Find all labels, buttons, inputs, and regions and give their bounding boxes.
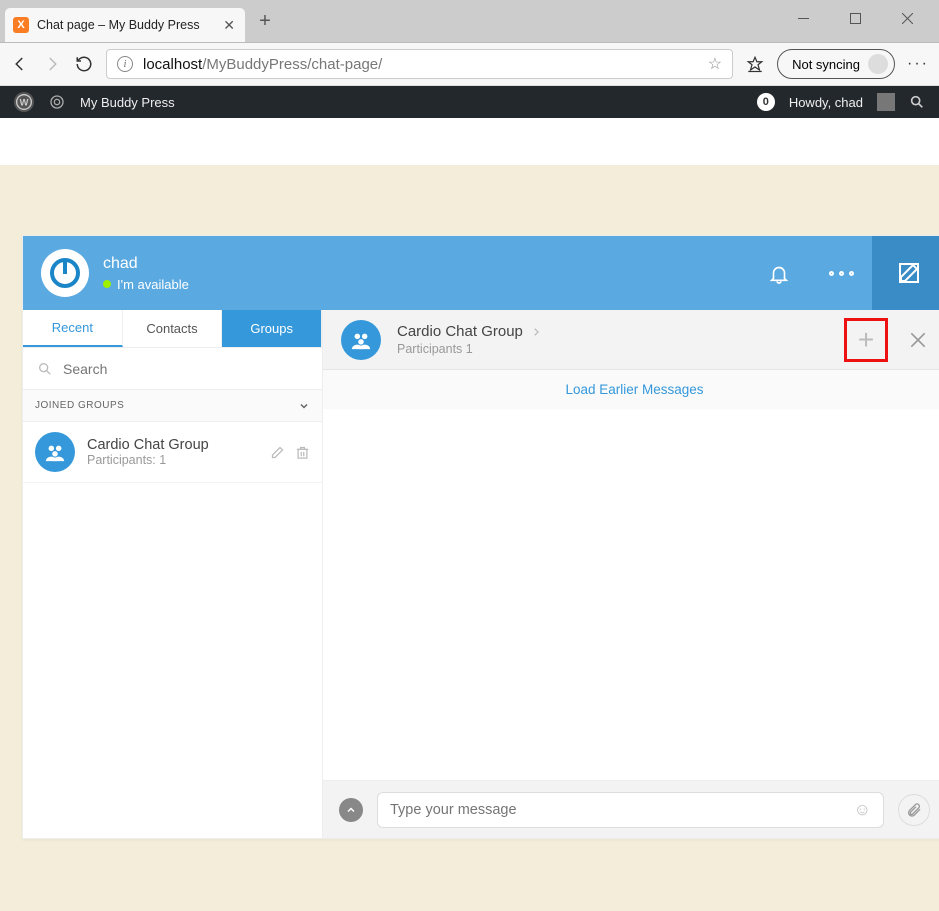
wp-admin-bar: W My Buddy Press 0 Howdy, chad (0, 86, 939, 118)
browser-tab-strip: X Chat page – My Buddy Press ✕ + (0, 0, 939, 43)
svg-text:W: W (20, 97, 29, 107)
conversation-panel: Cardio Chat Group Participants 1 + (323, 310, 939, 838)
conversation-participants: Participants 1 (397, 342, 541, 356)
wordpress-logo-icon[interactable]: W (14, 92, 34, 112)
new-tab-button[interactable]: + (251, 10, 279, 33)
conversation-header: Cardio Chat Group Participants 1 + (323, 310, 939, 370)
group-avatar-icon (35, 432, 75, 472)
site-info-icon[interactable]: i (117, 56, 133, 72)
tab-title: Chat page – My Buddy Press (37, 18, 215, 32)
refresh-button[interactable] (74, 54, 94, 74)
message-input-wrap: ☺ (377, 792, 884, 828)
sidebar-tabs: Recent Contacts Groups (23, 310, 322, 348)
profile-avatar-icon (868, 54, 888, 74)
url-input[interactable]: i localhost/MyBuddyPress/chat-page/ ☆ (106, 49, 733, 79)
load-earlier-link[interactable]: Load Earlier Messages (323, 370, 939, 409)
tab-groups[interactable]: Groups (222, 310, 322, 347)
compose-button[interactable] (872, 236, 939, 310)
browser-tab[interactable]: X Chat page – My Buddy Press ✕ (5, 8, 245, 42)
notifications-button[interactable] (748, 236, 810, 310)
notification-badge[interactable]: 0 (757, 93, 775, 111)
user-name: chad (103, 255, 189, 273)
search-row (23, 348, 322, 390)
group-participants: Participants: 1 (87, 453, 209, 467)
close-conversation-button[interactable] (908, 330, 928, 350)
sidebar: Recent Contacts Groups JOINED GROUPS (23, 310, 323, 838)
status-dot-icon (103, 280, 111, 288)
plus-icon: + (858, 324, 874, 356)
forward-button[interactable] (42, 54, 62, 74)
browser-menu-button[interactable]: ··· (907, 55, 929, 73)
tab-recent[interactable]: Recent (23, 310, 123, 347)
power-icon (50, 258, 80, 288)
search-input[interactable] (63, 361, 308, 377)
user-greeting[interactable]: Howdy, chad (789, 95, 863, 110)
url-text: localhost/MyBuddyPress/chat-page/ (143, 56, 382, 73)
favorite-icon[interactable]: ☆ (708, 54, 722, 74)
site-home-icon[interactable] (48, 93, 66, 111)
search-icon (37, 361, 53, 377)
compose-row: ☺ (323, 780, 939, 838)
chevron-down-icon (298, 400, 310, 412)
chevron-right-icon[interactable] (531, 327, 541, 337)
window-minimize-button[interactable] (781, 4, 825, 32)
address-bar: i localhost/MyBuddyPress/chat-page/ ☆ No… (0, 43, 939, 86)
message-input[interactable] (390, 802, 854, 818)
sync-button[interactable]: Not syncing (777, 49, 895, 79)
attach-button[interactable] (898, 794, 930, 826)
group-list-item[interactable]: Cardio Chat Group Participants: 1 (23, 422, 322, 483)
options-button[interactable] (810, 236, 872, 310)
admin-search-icon[interactable] (909, 94, 925, 110)
dots-icon (829, 271, 854, 276)
emoji-icon[interactable]: ☺ (854, 800, 871, 820)
add-participant-button[interactable]: + (844, 318, 888, 362)
conversation-avatar-icon (341, 320, 381, 360)
trash-icon[interactable] (295, 445, 310, 460)
site-name[interactable]: My Buddy Press (80, 95, 175, 110)
window-maximize-button[interactable] (833, 4, 877, 32)
edit-icon[interactable] (270, 445, 285, 460)
user-status[interactable]: I'm available (103, 277, 189, 292)
messages-area (323, 409, 939, 780)
conversation-title: Cardio Chat Group (397, 323, 523, 340)
window-controls (781, 0, 939, 32)
window-close-button[interactable] (885, 4, 929, 32)
messenger-widget: chad I'm available (22, 235, 939, 839)
section-header[interactable]: JOINED GROUPS (23, 390, 322, 422)
page-background: chad I'm available (0, 165, 939, 911)
group-name: Cardio Chat Group (87, 437, 209, 453)
favorites-button[interactable] (745, 54, 765, 74)
back-button[interactable] (10, 54, 30, 74)
user-avatar[interactable] (41, 249, 89, 297)
favicon-icon: X (13, 17, 29, 33)
sync-label: Not syncing (792, 57, 860, 72)
user-avatar-icon[interactable] (877, 93, 895, 111)
tab-contacts[interactable]: Contacts (123, 310, 223, 347)
messenger-header: chad I'm available (23, 236, 939, 310)
tab-close-icon[interactable]: ✕ (223, 17, 235, 34)
expand-compose-button[interactable] (339, 798, 363, 822)
